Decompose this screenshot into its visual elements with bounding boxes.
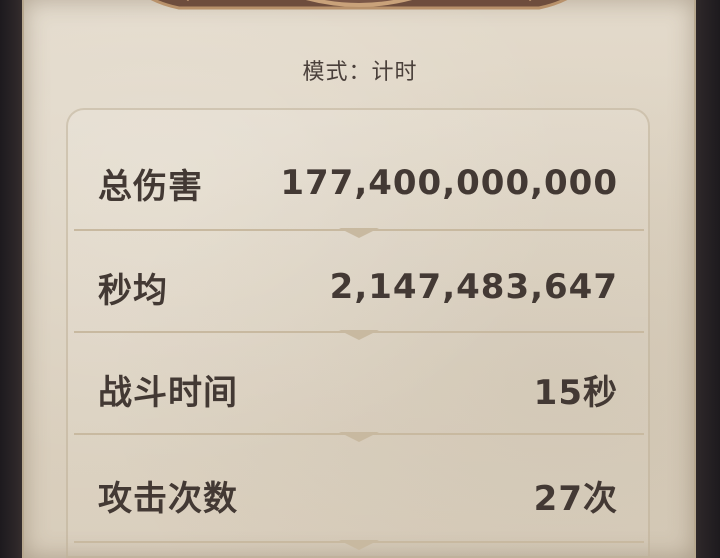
top-ornament-icon — [150, 0, 568, 10]
stat-label: 秒均 — [98, 270, 168, 311]
stat-value: 177,400,000,000 — [280, 163, 618, 203]
stat-row-total-damage: 总伤害 177,400,000,000 — [80, 140, 636, 226]
stat-row-battle-time: 战斗时间 15秒 — [80, 346, 636, 432]
stat-row-dps: 秒均 2,147,483,647 — [80, 244, 636, 330]
stat-label: 总伤害 — [98, 166, 203, 207]
stat-label: 攻击次数 — [98, 478, 238, 519]
stat-value: 2,147,483,647 — [329, 267, 618, 307]
row-divider-icon — [74, 432, 644, 442]
row-divider-icon — [74, 228, 644, 238]
row-divider-icon — [74, 330, 644, 340]
stat-row-attack-count: 攻击次数 27次 — [80, 452, 636, 538]
row-divider-icon — [74, 540, 644, 550]
stat-value: 15秒 — [533, 372, 618, 413]
game-result-screen: 模式：计时 总伤害 177,400,000,000 秒均 2,147,483,6… — [0, 0, 720, 558]
stat-value: 27次 — [533, 478, 618, 519]
stat-label: 战斗时间 — [98, 372, 238, 413]
mode-label: 模式：计时 — [302, 60, 418, 85]
